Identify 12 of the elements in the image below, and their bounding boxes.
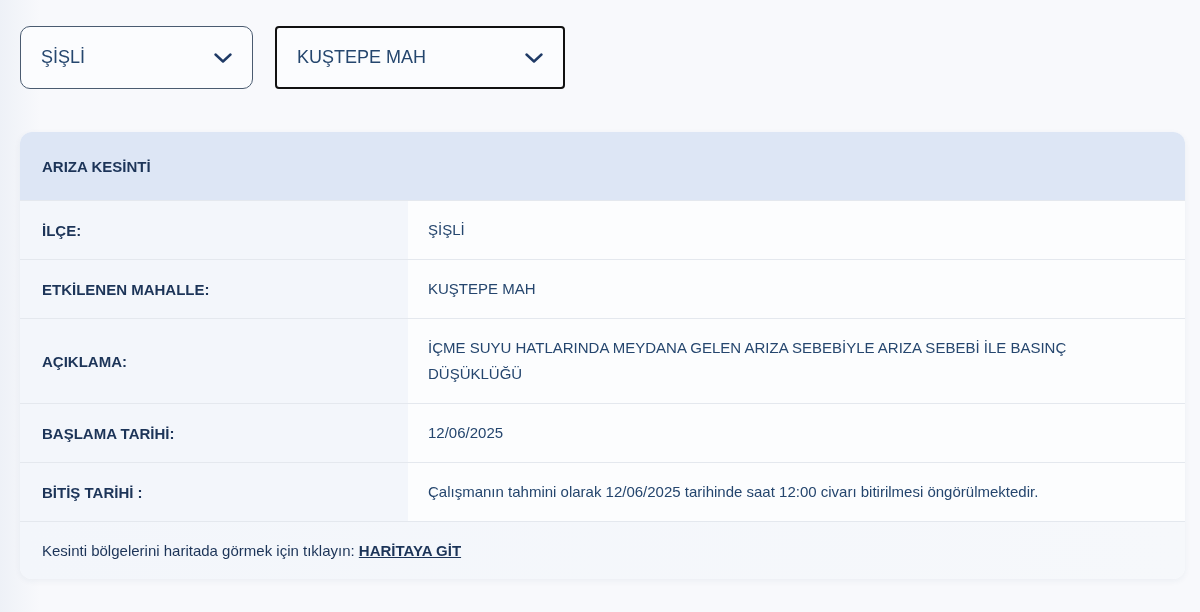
label-cell: İLÇE:: [20, 201, 408, 259]
chevron-down-icon: [214, 52, 232, 63]
label-cell: ETKİLENEN MAHALLE:: [20, 260, 408, 318]
dropdown-select[interactable]: ŞİŞLİ: [20, 26, 253, 89]
label-cell: AÇIKLAMA:: [20, 319, 408, 403]
map-link[interactable]: HARİTAYA GİT: [358, 542, 462, 559]
card-title: ARIZA KESİNTİ: [42, 157, 151, 175]
label-cell: BİTİŞ TARİHİ :: [20, 463, 408, 521]
label-cell: BAŞLAMA TARİHİ:: [20, 404, 408, 462]
footer-text: Kesinti bölgelerini haritada görmek için tıklayın: HARİTAYA GİT: [42, 542, 462, 559]
dropdown-select[interactable]: KUŞTEPE MAH: [275, 26, 565, 89]
chevron-down-icon: [525, 52, 543, 63]
